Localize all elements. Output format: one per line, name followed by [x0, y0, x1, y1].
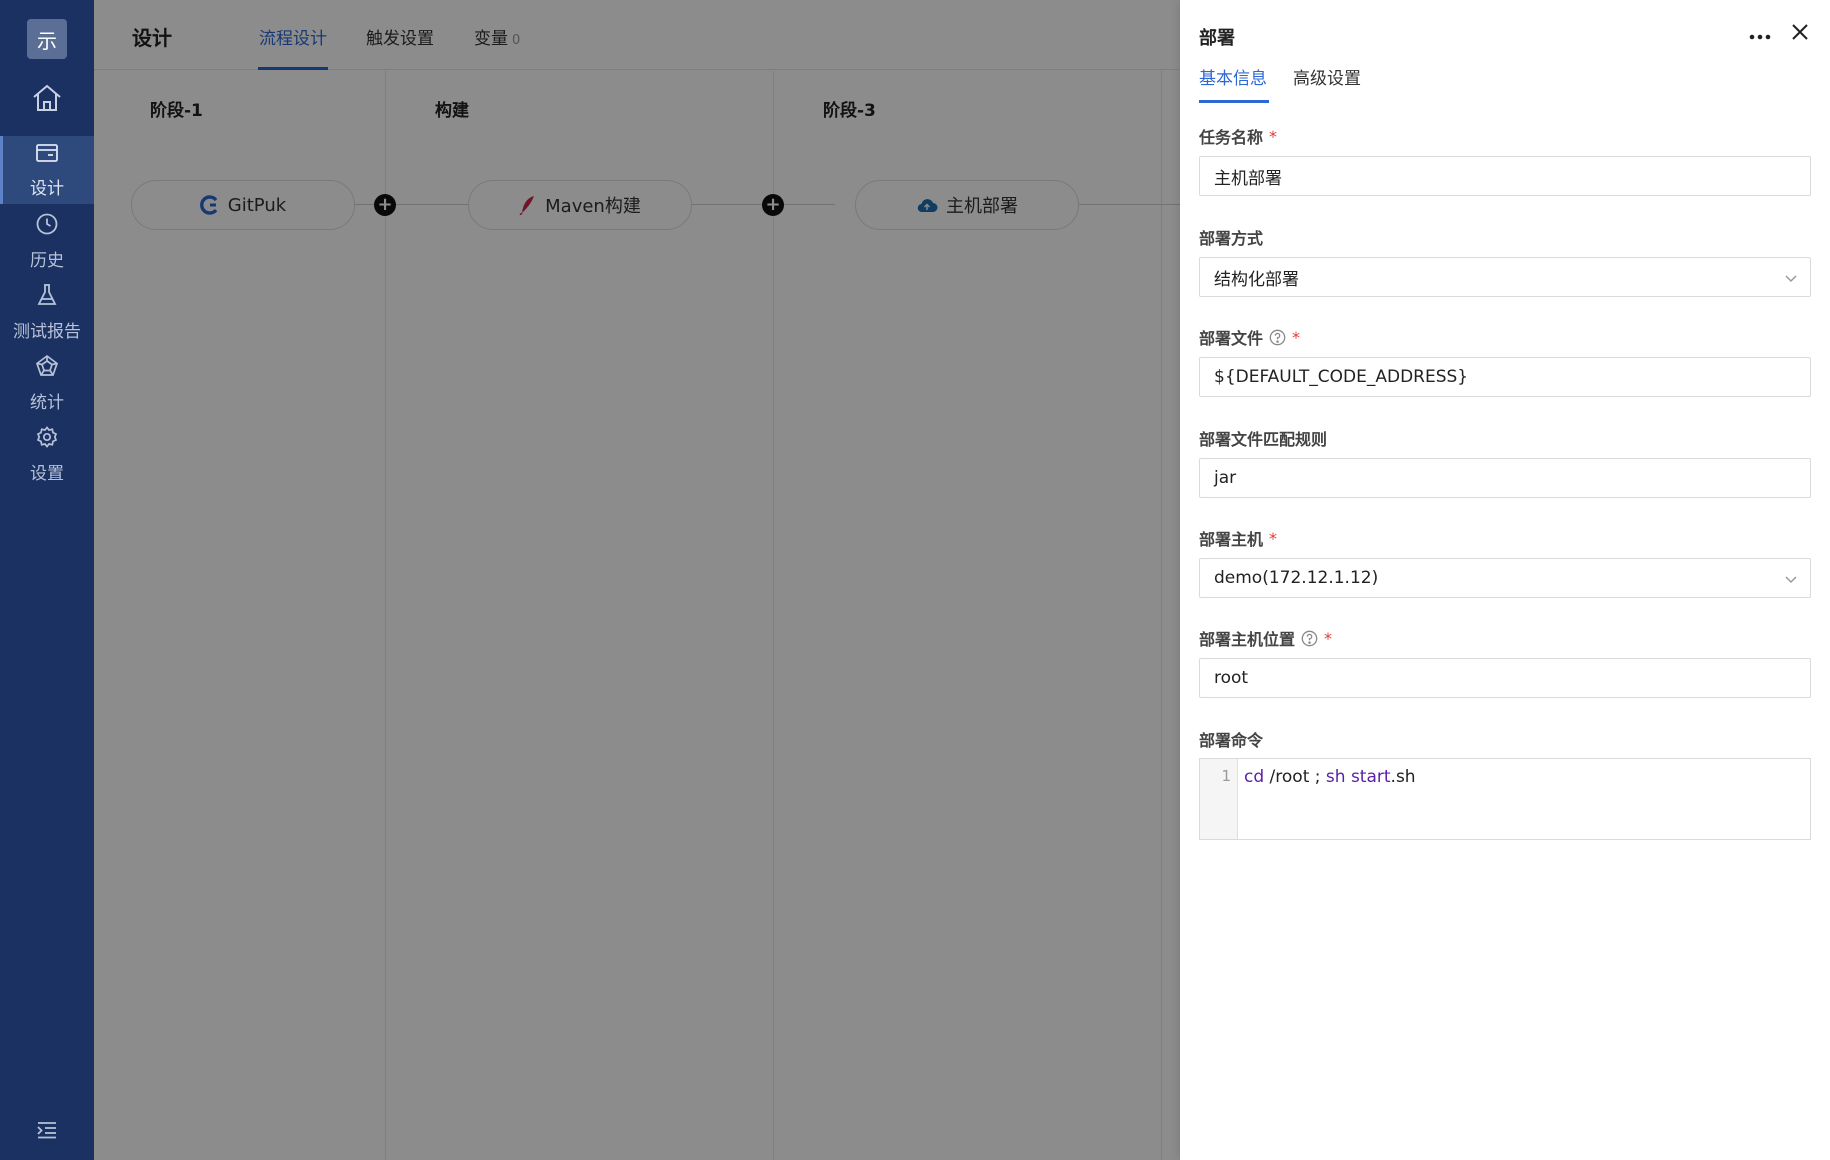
sidebar-item-test-report[interactable]: 测试报告: [0, 278, 94, 346]
deploy-file-value: ${DEFAULT_CODE_ADDRESS}: [1214, 367, 1469, 387]
code-token-keyword: start: [1350, 767, 1391, 787]
drawer-tab-active-indicator: [1199, 100, 1269, 103]
home-button[interactable]: [0, 72, 94, 128]
field-label-text: 部署文件匹配规则: [1199, 430, 1328, 449]
code-line[interactable]: cd /root ; sh start.sh: [1244, 767, 1416, 787]
field-label-text: 部署方式: [1199, 229, 1264, 248]
flask-icon: [36, 283, 58, 311]
deploy-mode-value: 结构化部署: [1214, 269, 1299, 290]
sidebar-item-design[interactable]: 设计: [0, 136, 94, 204]
file-rule-label: 部署文件匹配规则: [1199, 426, 1327, 450]
field-label-text: 部署文件: [1199, 329, 1264, 348]
gear-icon: [35, 425, 59, 453]
deploy-mode-label: 部署方式: [1199, 225, 1263, 249]
deploy-host-select[interactable]: demo(172.12.1.12): [1199, 558, 1811, 598]
pentagon-chart-icon: [35, 354, 59, 382]
deploy-mode-select[interactable]: 结构化部署: [1199, 257, 1811, 297]
sidebar-item-label: 设置: [30, 463, 64, 484]
sidebar-item-settings[interactable]: 设置: [0, 420, 94, 488]
question-circle-icon[interactable]: [1269, 329, 1286, 346]
sidebar-item-history[interactable]: 历史: [0, 207, 94, 275]
home-icon: [31, 83, 63, 117]
task-config-drawer: 部署 基本信息 高级设置 任务名称 * 主机部署 部署方式 结构化部署 部署文件…: [1180, 0, 1830, 1160]
required-mark: *: [1269, 528, 1278, 548]
task-name-input[interactable]: 主机部署: [1199, 156, 1811, 196]
field-label-text: 任务名称: [1199, 128, 1264, 147]
task-name-value: 主机部署: [1214, 168, 1282, 189]
host-path-label: 部署主机位置 *: [1199, 626, 1332, 650]
deploy-command-editor[interactable]: 1 cd /root ; sh start.sh: [1199, 758, 1811, 840]
card-icon: [35, 142, 59, 168]
more-options-button[interactable]: [1745, 22, 1775, 46]
drawer-mask-overlay[interactable]: [94, 0, 1180, 1160]
more-dots-icon: [1749, 25, 1771, 44]
chevron-down-icon: [1784, 270, 1798, 290]
field-label-text: 部署命令: [1199, 731, 1264, 750]
code-token-keyword: sh: [1325, 767, 1346, 787]
file-rule-value: jar: [1214, 468, 1237, 488]
required-mark: *: [1324, 628, 1333, 648]
sidebar-item-statistics[interactable]: 统计: [0, 349, 94, 417]
sidebar-item-label: 设计: [30, 178, 64, 199]
code-token: .sh: [1390, 767, 1416, 787]
host-path-input[interactable]: root: [1199, 658, 1811, 698]
question-circle-icon[interactable]: [1301, 630, 1318, 647]
deploy-host-value: demo(172.12.1.12): [1214, 568, 1379, 588]
close-drawer-button[interactable]: [1787, 21, 1813, 47]
required-mark: *: [1269, 126, 1278, 146]
host-path-value: root: [1214, 668, 1249, 688]
file-rule-input[interactable]: jar: [1199, 458, 1811, 498]
line-number-gutter: 1: [1200, 759, 1238, 839]
deploy-command-label: 部署命令: [1199, 727, 1263, 751]
line-number: 1: [1221, 767, 1231, 785]
sidebar: 示 设计 历史 测试报告 统计 设置: [0, 0, 94, 1160]
field-label-text: 部署主机位置: [1199, 630, 1296, 649]
deploy-file-label: 部署文件 *: [1199, 325, 1300, 349]
deploy-file-input[interactable]: ${DEFAULT_CODE_ADDRESS}: [1199, 357, 1811, 397]
code-token: /root ;: [1264, 767, 1326, 787]
field-label-text: 部署主机: [1199, 530, 1264, 549]
close-icon: [1791, 23, 1809, 45]
task-name-label: 任务名称 *: [1199, 124, 1277, 148]
deploy-host-label: 部署主机 *: [1199, 526, 1277, 550]
indent-menu-icon: [36, 1121, 58, 1143]
chevron-down-icon: [1784, 571, 1798, 591]
tab-basic-info[interactable]: 基本信息: [1199, 64, 1267, 89]
clock-icon: [35, 212, 59, 240]
sidebar-item-label: 统计: [30, 392, 64, 413]
sidebar-item-label: 历史: [30, 250, 64, 271]
app-logo[interactable]: 示: [27, 19, 67, 59]
collapse-sidebar-button[interactable]: [33, 1120, 61, 1144]
code-token-keyword: cd: [1244, 767, 1265, 787]
tab-advanced-settings[interactable]: 高级设置: [1293, 64, 1361, 89]
required-mark: *: [1292, 327, 1301, 347]
sidebar-item-label: 测试报告: [13, 321, 81, 342]
drawer-title: 部署: [1199, 28, 1235, 49]
